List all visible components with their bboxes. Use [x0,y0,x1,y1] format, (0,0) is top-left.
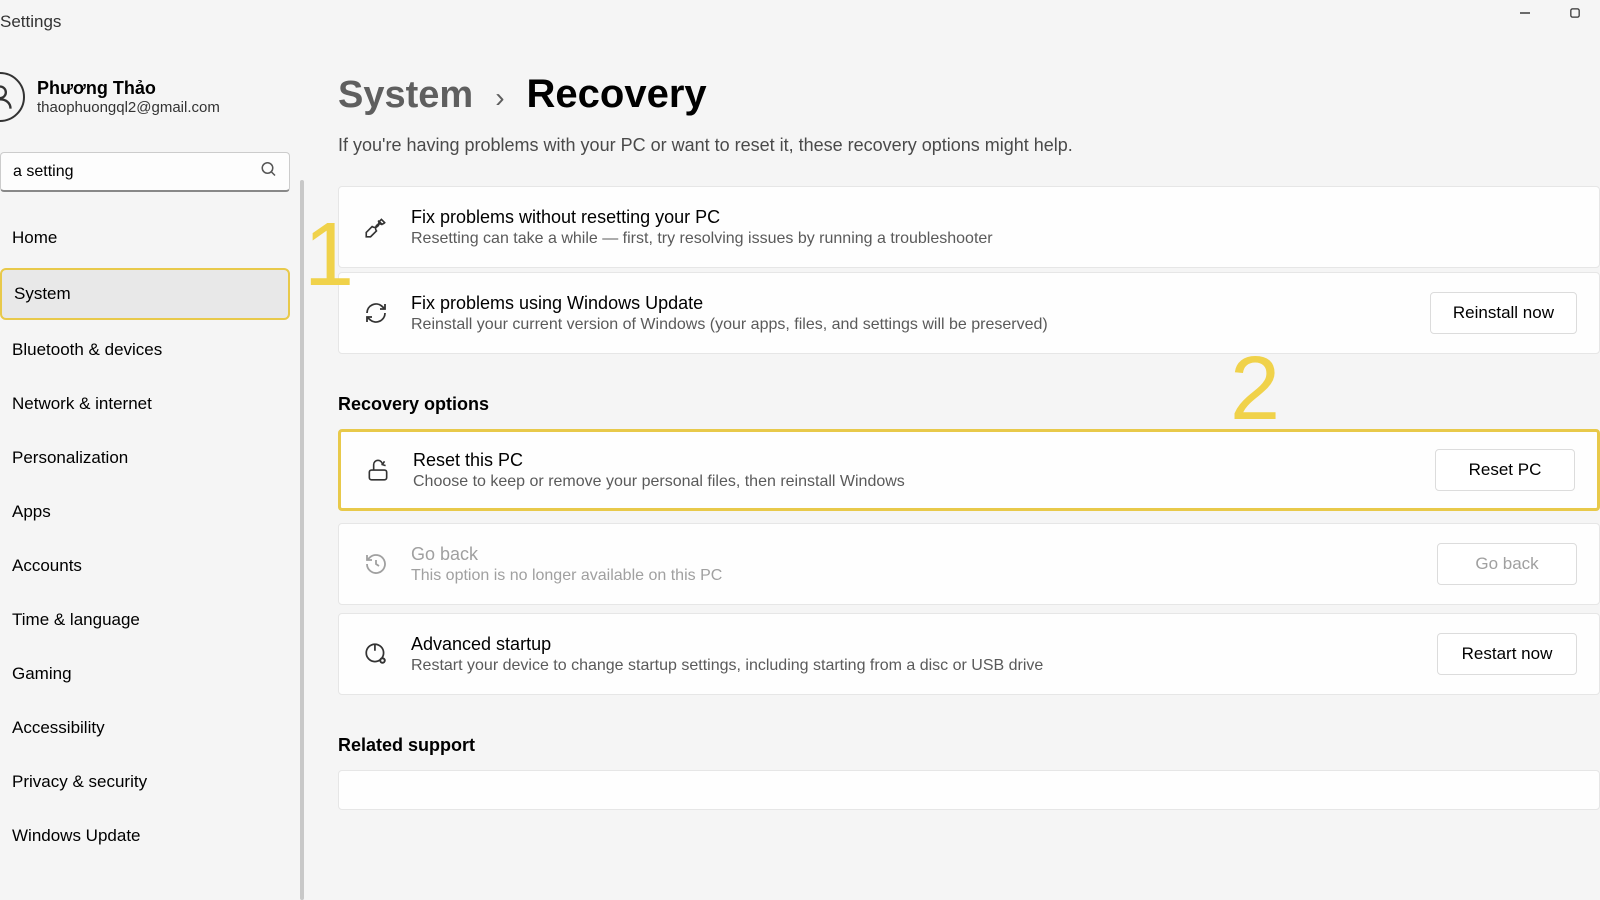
sidebar-item-system[interactable]: System [0,268,290,320]
card-subtitle: Choose to keep or remove your personal f… [413,473,1415,491]
sidebar-item-accounts[interactable]: Accounts [0,542,290,590]
search-input[interactable] [0,152,290,192]
card-title: Fix problems without resetting your PC [411,207,1577,228]
search-box[interactable] [0,152,290,192]
wrench-icon [361,214,391,240]
sidebar-item-time-lang[interactable]: Time & language [0,596,290,644]
sidebar-item-bluetooth[interactable]: Bluetooth & devices [0,326,290,374]
card-title: Reset this PC [413,450,1415,471]
breadcrumb-parent[interactable]: System [338,74,473,117]
card-fix-no-reset[interactable]: Fix problems without resetting your PC R… [338,186,1600,268]
sidebar-item-network[interactable]: Network & internet [0,380,290,428]
history-icon [361,552,391,576]
scrollbar[interactable] [300,180,304,900]
minimize-button[interactable] [1520,8,1530,18]
profile-block[interactable]: Phương Thảo thaophuongql2@gmail.com [0,50,290,144]
section-recovery-options: Recovery options [338,394,1600,415]
card-subtitle: This option is no longer available on th… [411,567,1417,585]
go-back-button: Go back [1437,543,1577,585]
titlebar: Settings [0,0,1600,50]
sidebar-item-personalization[interactable]: Personalization [0,434,290,482]
card-subtitle: Resetting can take a while — first, try … [411,230,1577,248]
restart-now-button[interactable]: Restart now [1437,633,1577,675]
maximize-button[interactable] [1570,8,1580,18]
sidebar-item-apps[interactable]: Apps [0,488,290,536]
nav: Home System Bluetooth & devices Network … [0,214,290,866]
app-title: Settings [0,8,61,32]
card-go-back: Go back This option is no longer availab… [338,523,1600,605]
power-gear-icon [361,641,391,667]
card-reset-pc[interactable]: Reset this PC Choose to keep or remove y… [338,429,1600,511]
intro-text: If you're having problems with your PC o… [338,135,1600,156]
card-fix-windows-update[interactable]: Fix problems using Windows Update Reinst… [338,272,1600,354]
card-subtitle: Restart your device to change startup se… [411,657,1417,675]
avatar [0,72,25,122]
profile-name: Phương Thảo [37,78,220,99]
card-advanced-startup[interactable]: Advanced startup Restart your device to … [338,613,1600,695]
reinstall-now-button[interactable]: Reinstall now [1430,292,1577,334]
breadcrumb-current: Recovery [527,72,707,117]
search-icon [260,161,278,184]
card-subtitle: Reinstall your current version of Window… [411,316,1410,334]
sidebar-item-privacy[interactable]: Privacy & security [0,758,290,806]
sidebar-item-accessibility[interactable]: Accessibility [0,704,290,752]
window-controls [1520,8,1580,18]
sidebar-item-gaming[interactable]: Gaming [0,650,290,698]
card-related-support[interactable] [338,770,1600,810]
sidebar-item-home[interactable]: Home [0,214,290,262]
sidebar: Phương Thảo thaophuongql2@gmail.com Home… [0,50,300,900]
breadcrumb: System › Recovery [338,72,1600,117]
chevron-right-icon: › [495,82,504,114]
reset-pc-button[interactable]: Reset PC [1435,449,1575,491]
section-related-support: Related support [338,735,1600,756]
profile-email: thaophuongql2@gmail.com [37,99,220,116]
refresh-icon [361,301,391,325]
card-title: Go back [411,544,1417,565]
reset-icon [363,457,393,483]
sidebar-item-windows-update[interactable]: Windows Update [0,812,290,860]
card-title: Fix problems using Windows Update [411,293,1410,314]
content-area: System › Recovery If you're having probl… [300,50,1600,900]
card-title: Advanced startup [411,634,1417,655]
